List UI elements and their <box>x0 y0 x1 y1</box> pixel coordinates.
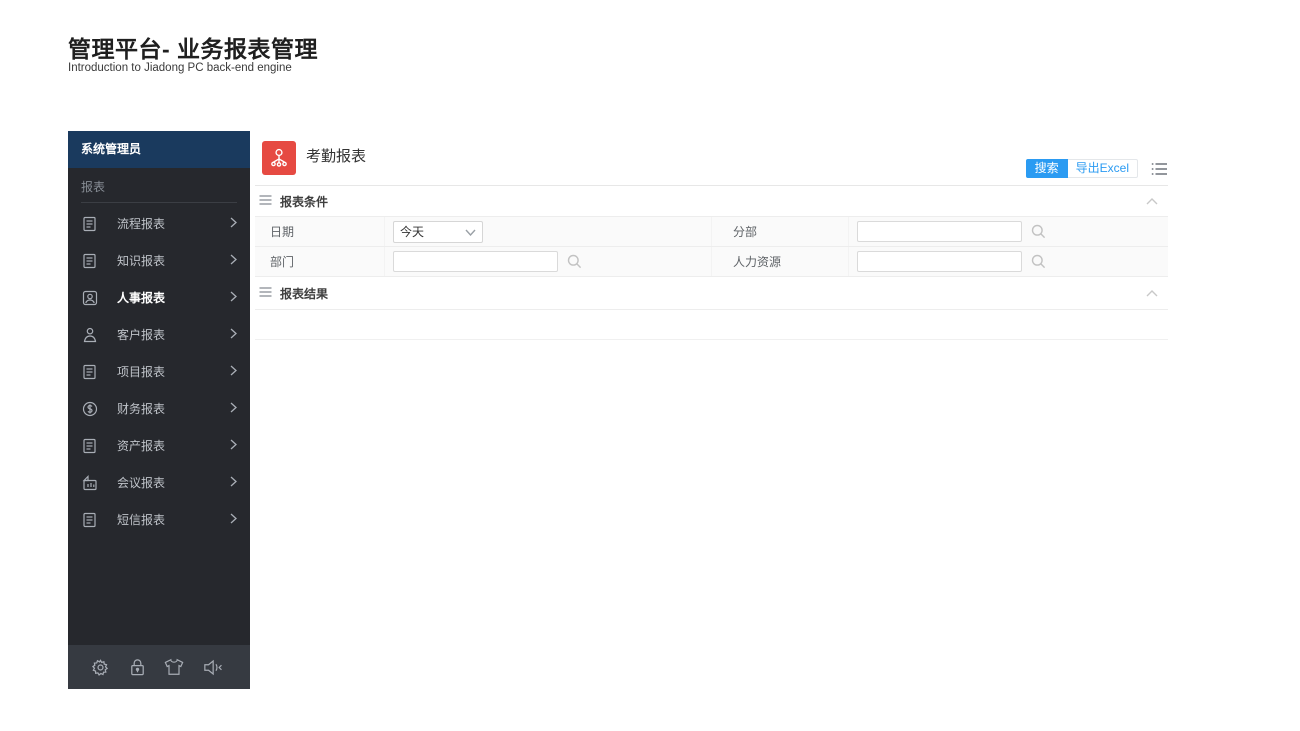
results-section-header[interactable]: 报表结果 <box>255 277 1168 310</box>
date-select[interactable]: 今天 <box>393 220 483 243</box>
branch-label: 分部 <box>733 225 758 239</box>
document-icon <box>81 252 98 269</box>
chevron-right-icon <box>230 437 237 455</box>
sidebar-menu: 流程报表 知识报表 人事报表 客户报表 项目报表 财务报表 资产报表 会议报表 … <box>68 203 250 538</box>
sidebar-item-sms-reports[interactable]: 短信报表 <box>68 501 250 538</box>
sidebar-footer <box>68 645 250 689</box>
document-icon <box>81 437 98 454</box>
chevron-right-icon <box>230 400 237 418</box>
results-empty-area <box>255 310 1168 340</box>
document-icon <box>81 363 98 380</box>
conditions-grid: 日期 今天 分部 部门 人力资源 <box>255 217 1168 277</box>
chevron-right-icon <box>230 363 237 381</box>
search-button[interactable]: 搜索 <box>1025 159 1068 178</box>
collapse-chevron-up-icon[interactable] <box>1146 192 1158 210</box>
document-icon <box>81 511 98 528</box>
document-icon <box>81 215 98 232</box>
chevron-right-icon <box>230 252 237 270</box>
date-label: 日期 <box>270 225 295 239</box>
sidebar-section-label: 报表 <box>81 180 106 194</box>
conditions-section-title: 报表条件 <box>280 194 329 209</box>
chevron-right-icon <box>230 474 237 492</box>
results-section-title: 报表结果 <box>280 286 329 301</box>
magnifier-icon[interactable] <box>567 254 582 269</box>
chevron-right-icon <box>230 326 237 344</box>
hamburger-icon <box>259 192 272 210</box>
chevron-right-icon <box>230 215 237 233</box>
content-header: 考勤报表 搜索 导出Excel <box>255 131 1168 185</box>
page-subtitle: Introduction to Jiadong PC back-end engi… <box>68 62 292 74</box>
branch-input[interactable] <box>857 221 1022 242</box>
conditions-row-1: 日期 今天 分部 <box>255 217 1168 247</box>
magnifier-icon[interactable] <box>1031 224 1046 239</box>
attendance-app-icon <box>262 141 296 175</box>
conditions-row-2: 部门 人力资源 <box>255 247 1168 277</box>
meeting-chart-icon <box>81 474 98 491</box>
lock-icon[interactable] <box>129 658 146 677</box>
hr-label: 人力资源 <box>733 255 782 269</box>
sidebar-item-asset-reports[interactable]: 资产报表 <box>68 427 250 464</box>
hr-input[interactable] <box>857 251 1022 272</box>
collapse-chevron-up-icon[interactable] <box>1146 284 1158 302</box>
speaker-icon[interactable] <box>203 658 227 677</box>
report-title: 考勤报表 <box>306 148 367 165</box>
sidebar-item-process-reports[interactable]: 流程报表 <box>68 205 250 242</box>
department-label: 部门 <box>270 255 295 269</box>
magnifier-icon[interactable] <box>1031 254 1046 269</box>
shirt-icon[interactable] <box>164 658 184 676</box>
chevron-down-icon <box>465 223 476 241</box>
person-icon <box>81 326 98 343</box>
gear-icon[interactable] <box>91 658 110 677</box>
sidebar-item-meeting-reports[interactable]: 会议报表 <box>68 464 250 501</box>
sidebar-item-customer-reports[interactable]: 客户报表 <box>68 316 250 353</box>
sidebar-item-knowledge-reports[interactable]: 知识报表 <box>68 242 250 279</box>
main-content: 考勤报表 搜索 导出Excel 报表条件 日期 今天 分部 部门 人力资源 报表… <box>255 131 1168 340</box>
chevron-right-icon <box>230 289 237 307</box>
export-excel-button[interactable]: 导出Excel <box>1067 159 1138 178</box>
dollar-circle-icon <box>81 400 98 417</box>
page-title: 管理平台- 业务报表管理 <box>68 36 319 62</box>
hamburger-icon <box>259 284 272 302</box>
list-view-icon[interactable] <box>1151 162 1168 176</box>
sidebar-user-header: 系统管理员 <box>68 131 250 168</box>
date-select-value: 今天 <box>400 225 425 239</box>
sidebar-item-hr-reports[interactable]: 人事报表 <box>68 279 250 316</box>
toolbar: 搜索 导出Excel <box>1025 159 1168 178</box>
chevron-right-icon <box>230 511 237 529</box>
sidebar-item-finance-reports[interactable]: 财务报表 <box>68 390 250 427</box>
sidebar-item-project-reports[interactable]: 项目报表 <box>68 353 250 390</box>
app-window: 管理平台- 业务报表管理 Introduction to Jiadong PC … <box>0 0 1300 731</box>
department-input[interactable] <box>393 251 558 272</box>
person-badge-icon <box>81 289 98 306</box>
sidebar: 系统管理员 报表 流程报表 知识报表 人事报表 客户报表 项目报表 财务报表 资… <box>68 131 250 689</box>
conditions-section-header[interactable]: 报表条件 <box>255 186 1168 217</box>
